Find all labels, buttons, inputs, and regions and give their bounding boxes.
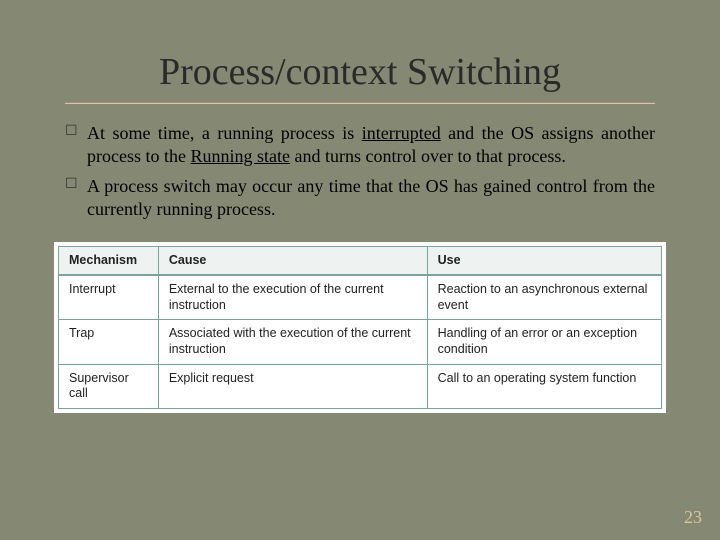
bullet-underline: interrupted [362,123,441,143]
table-cell: Interrupt [59,275,159,320]
table-cell: Reaction to an asynchronous external eve… [427,275,661,320]
mechanism-table: Mechanism Cause Use Interrupt External t… [58,246,662,409]
bullet-item: A process switch may occur any time that… [65,175,655,222]
title-divider [65,102,655,104]
table-header-row: Mechanism Cause Use [59,246,662,275]
table-header-cell: Mechanism [59,246,159,275]
table-header-cell: Use [427,246,661,275]
slide-title: Process/context Switching [50,50,670,94]
table-cell: Trap [59,320,159,364]
table-cell: Explicit request [158,364,427,408]
bullet-underline: Running state [190,146,290,166]
table-row: Interrupt External to the execution of t… [59,275,662,320]
mechanism-table-wrap: Mechanism Cause Use Interrupt External t… [54,242,666,413]
bullet-list: At some time, a running process is inter… [65,122,655,222]
table-cell: Supervisor call [59,364,159,408]
table-row: Supervisor call Explicit request Call to… [59,364,662,408]
bullet-item: At some time, a running process is inter… [65,122,655,169]
table-cell: External to the execution of the current… [158,275,427,320]
bullet-text: and turns control over to that process. [290,146,566,166]
bullet-text: At some time, a running process is [87,123,362,143]
table-cell: Handling of an error or an exception con… [427,320,661,364]
bullet-text: A process switch may occur any time that… [87,176,655,219]
table-row: Trap Associated with the execution of th… [59,320,662,364]
page-number: 23 [684,507,702,528]
slide: Process/context Switching At some time, … [0,0,720,540]
table-cell: Associated with the execution of the cur… [158,320,427,364]
table-header-cell: Cause [158,246,427,275]
table-cell: Call to an operating system function [427,364,661,408]
